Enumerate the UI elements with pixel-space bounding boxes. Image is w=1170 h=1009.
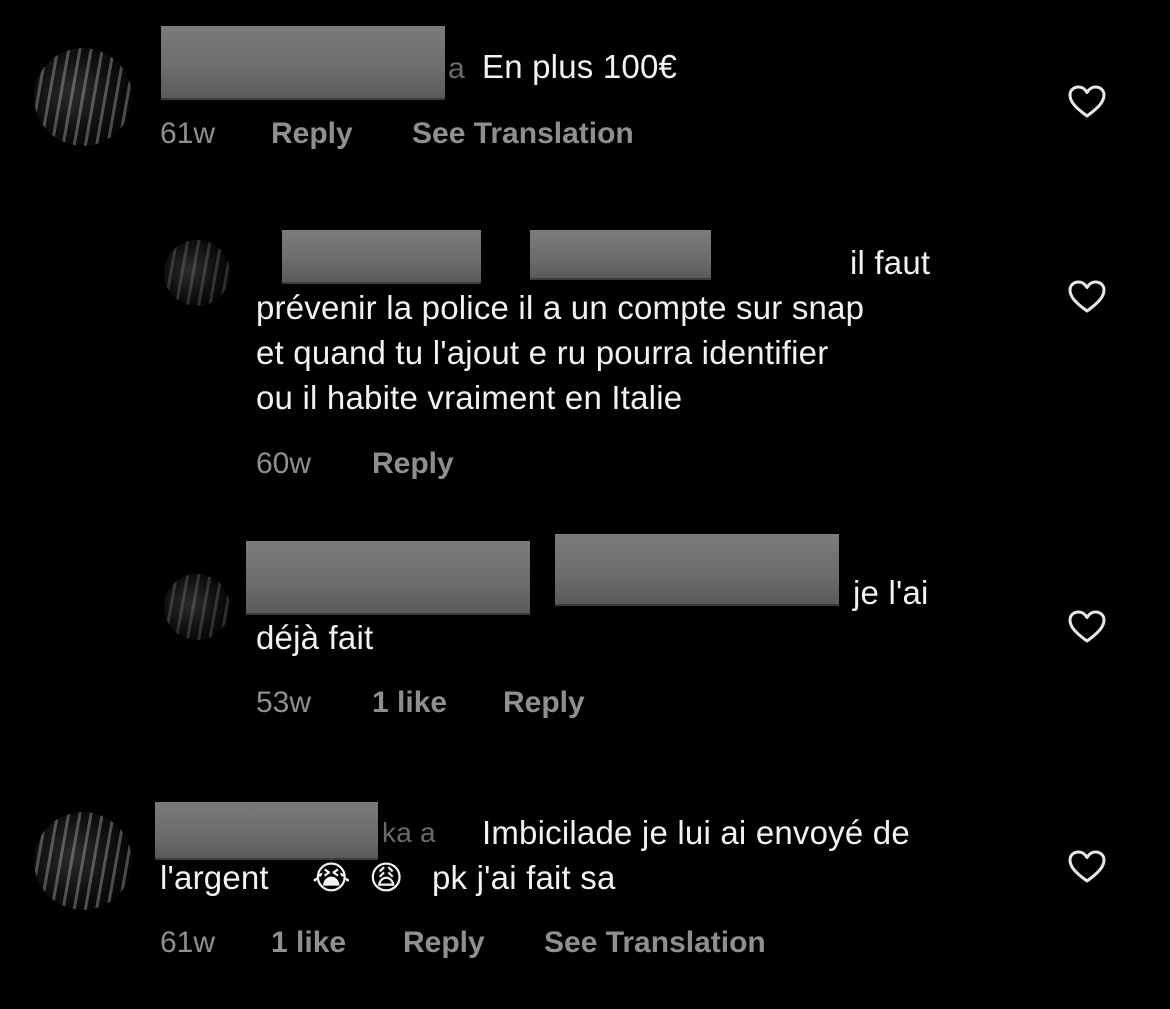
heart-icon[interactable] <box>1068 280 1106 314</box>
comment-text: prévenir la police il a un compte sur sn… <box>256 289 865 416</box>
comment-text: déjà fait <box>256 619 374 656</box>
redacted-mention <box>555 534 839 606</box>
comment-text-suffix: pk j'ai fait sa <box>432 859 616 896</box>
reply-button[interactable]: Reply <box>271 117 353 151</box>
comments-thread: a En plus 100€ 61w Reply See Translation… <box>0 0 1170 1009</box>
comment-text-prefix: l'argent <box>160 859 269 896</box>
redacted-username <box>246 541 530 615</box>
username-fragment: ka a <box>382 817 436 848</box>
avatar[interactable] <box>34 812 132 910</box>
redacted-username <box>155 802 378 860</box>
comment-text-line1: je l'ai <box>853 574 929 611</box>
username-fragment: a <box>448 52 465 85</box>
reply-button[interactable]: Reply <box>403 926 485 960</box>
redacted-mention <box>530 230 711 280</box>
comment-time: 61w <box>160 117 216 150</box>
comment-time: 61w <box>160 926 216 959</box>
likes-count[interactable]: 1 like <box>372 686 447 720</box>
likes-count[interactable]: 1 like <box>271 926 346 960</box>
comment-time: 53w <box>256 686 312 719</box>
comment-time: 60w <box>256 447 312 480</box>
reply-button[interactable]: Reply <box>372 447 454 481</box>
heart-icon[interactable] <box>1068 850 1106 884</box>
comment-text: En plus 100€ <box>482 48 678 85</box>
see-translation-button[interactable]: See Translation <box>544 926 766 960</box>
comment-text-line1: Imbicilade je lui ai envoyé de <box>482 814 910 851</box>
heart-icon[interactable] <box>1068 85 1106 119</box>
reply-button[interactable]: Reply <box>503 686 585 720</box>
redacted-username <box>161 26 445 100</box>
comment-text-line1: il faut <box>850 244 931 281</box>
weary-face-emoji: 😩 <box>369 858 404 897</box>
crying-face-emoji: 😭 <box>312 858 351 897</box>
avatar[interactable] <box>164 574 230 640</box>
avatar[interactable] <box>34 48 132 146</box>
heart-icon[interactable] <box>1068 610 1106 644</box>
redacted-username <box>282 230 481 284</box>
see-translation-button[interactable]: See Translation <box>412 117 634 151</box>
avatar[interactable] <box>164 240 230 306</box>
